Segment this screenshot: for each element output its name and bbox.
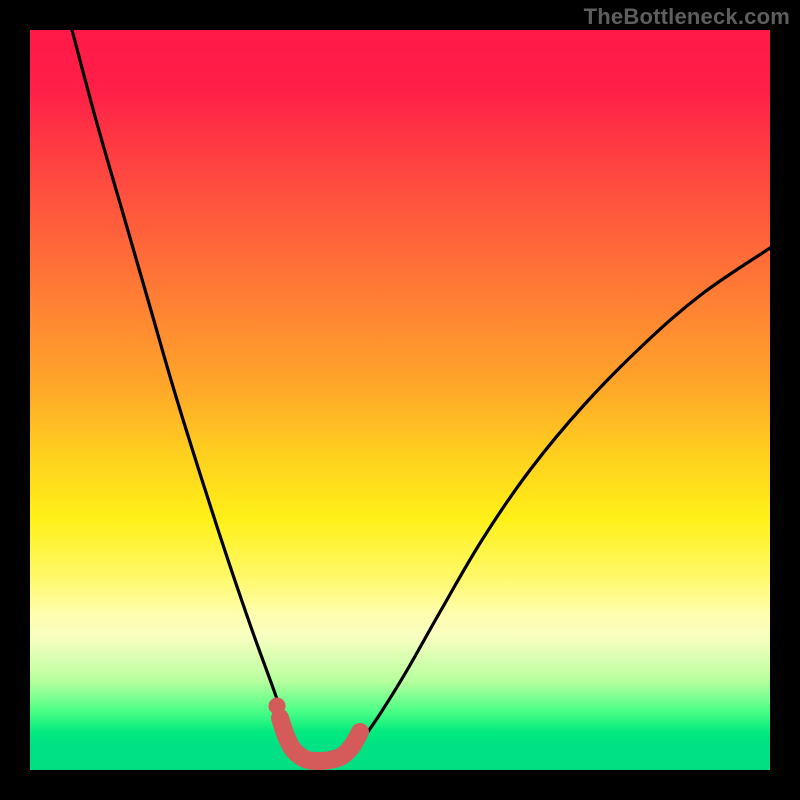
plot-frame xyxy=(30,30,770,770)
curve-left-branch xyxy=(72,30,303,756)
watermark-text: TheBottleneck.com xyxy=(584,4,790,30)
curve-right-branch xyxy=(350,248,770,756)
curve-trough-overlay xyxy=(280,718,360,761)
curve-svg xyxy=(30,30,770,770)
trough-dot-icon xyxy=(269,698,286,715)
